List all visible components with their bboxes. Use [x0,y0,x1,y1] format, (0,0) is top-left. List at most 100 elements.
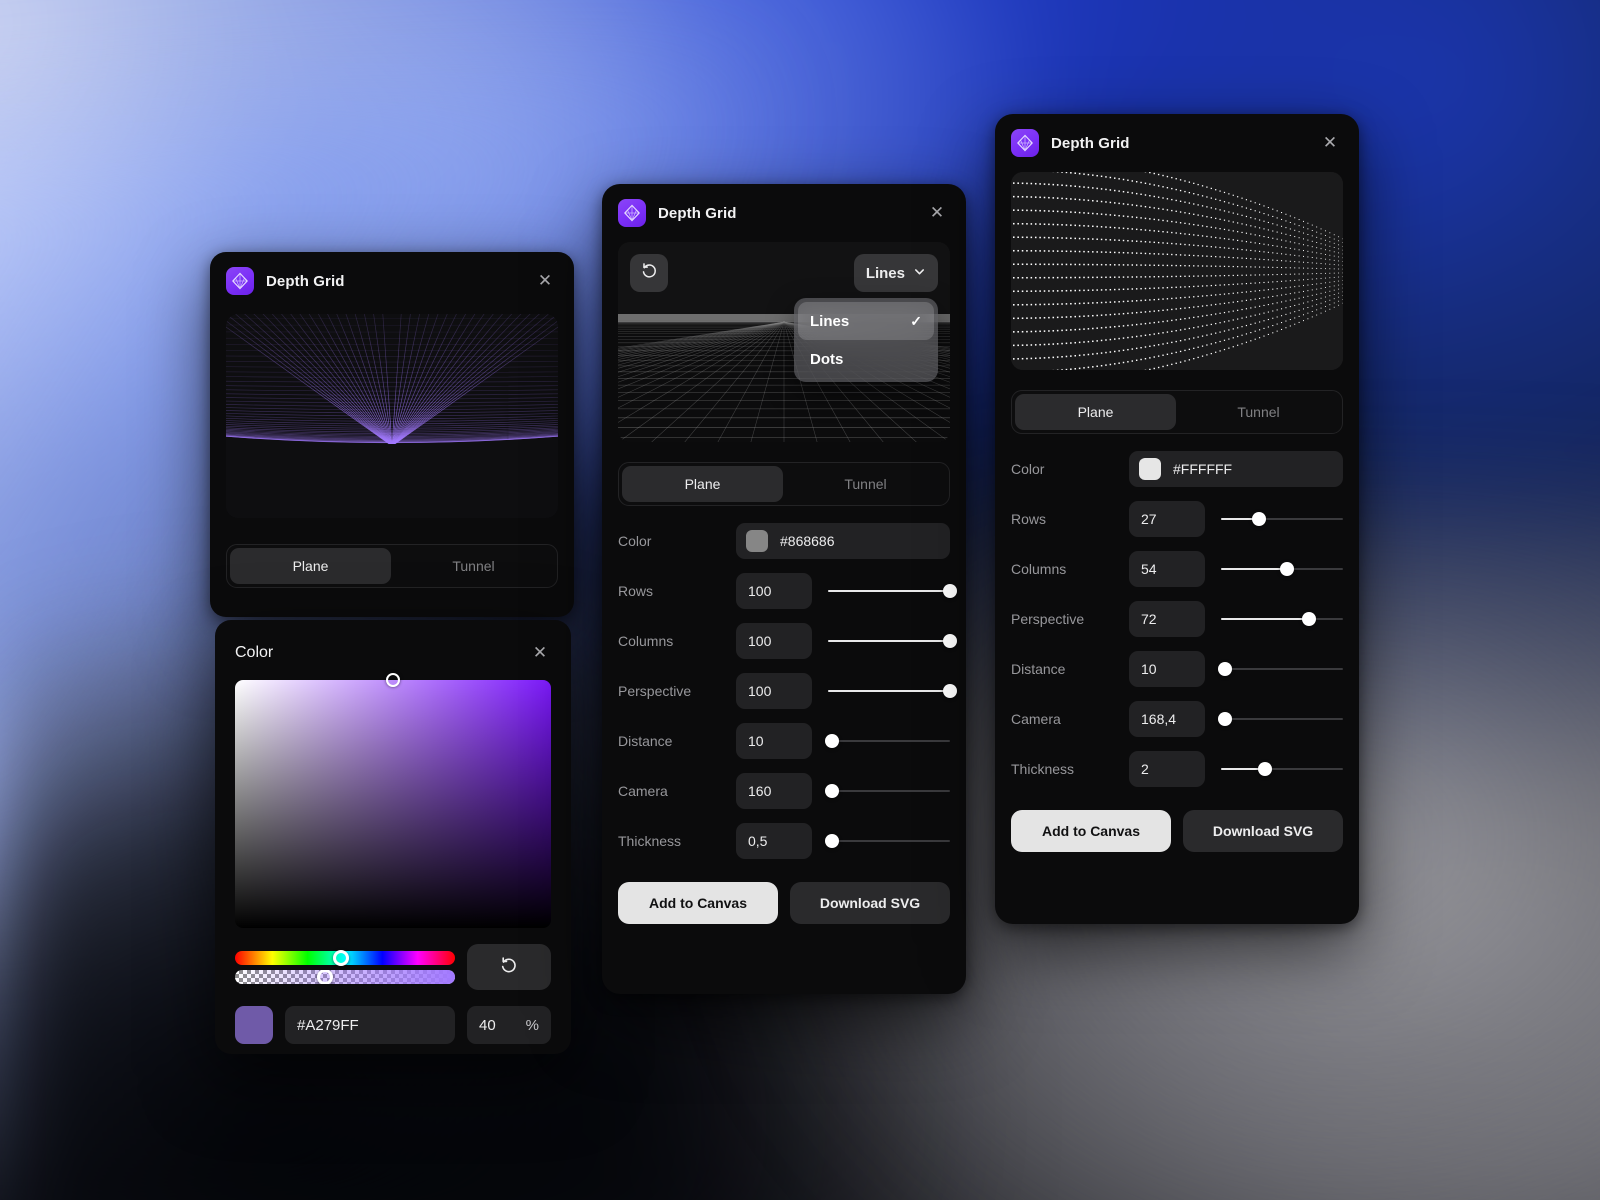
slider-fill [828,690,950,692]
slider-knob[interactable] [1251,512,1266,526]
tab-tunnel[interactable]: Tunnel [1178,394,1339,430]
download-svg-button[interactable]: Download SVG [1183,810,1343,852]
number-input[interactable]: 100 [736,573,812,609]
number-input[interactable]: 27 [1129,501,1205,537]
slider-knob[interactable] [1217,712,1232,726]
dropdown-item-dots[interactable]: Dots [798,340,934,378]
hex-input[interactable]: #A279FF [285,1006,455,1044]
control-label: Thickness [618,833,682,849]
alpha-knob[interactable] [317,969,334,984]
radial-lines-svg [226,314,558,518]
control-label: Perspective [1011,611,1085,627]
panel-title: Depth Grid [266,272,345,290]
tab-plane[interactable]: Plane [1015,394,1176,430]
slider[interactable] [828,682,957,700]
slider-knob[interactable] [824,784,839,798]
control-label: Rows [618,583,654,599]
slider[interactable] [824,832,950,850]
slider[interactable] [1221,560,1343,578]
slider-fill [828,640,950,642]
control-row: Camera 168,4 [1011,694,1343,744]
tab-plane[interactable]: Plane [622,466,783,502]
number-input[interactable]: 100 [736,623,812,659]
control-label: Distance [1011,661,1066,677]
slider[interactable] [1221,510,1343,528]
color-input[interactable]: #868686 [736,523,950,559]
panel-title: Depth Grid [658,204,737,222]
slider[interactable] [1221,610,1343,628]
number-input[interactable]: 160 [736,773,812,809]
slider[interactable] [1221,760,1343,778]
tab-tunnel[interactable]: Tunnel [393,548,554,584]
control-row: Color #868686 [618,516,950,566]
control-label: Camera [618,783,668,799]
reset-color-button[interactable] [467,944,551,990]
number-input[interactable]: 72 [1129,601,1205,637]
saturation-value-area[interactable] [235,673,551,928]
color-slider-group [235,944,551,990]
color-swatch[interactable] [746,530,768,552]
alpha-slider[interactable] [235,969,455,984]
control-label: Perspective [618,683,692,699]
shape-tabs-left: Plane Tunnel [226,544,558,588]
color-hex-value: #FFFFFF [1173,461,1233,477]
preview-canvas-right[interactable] [1011,172,1343,370]
render-mode-select[interactable]: Lines [853,254,938,292]
preview-canvas-left[interactable] [226,314,558,518]
app-stage: Depth Grid ✕ Plane Tunnel Color ✕ #A279F… [0,0,1600,1200]
control-row: Columns 100 [618,616,957,666]
add-to-canvas-button[interactable]: Add to Canvas [618,882,778,924]
dropdown-item-lines[interactable]: Lines ✓ [798,302,934,340]
color-swatch[interactable] [1139,458,1161,480]
number-input[interactable]: 54 [1129,551,1205,587]
slider[interactable] [828,632,957,650]
control-row: Camera 160 [618,766,950,816]
slider-knob[interactable] [824,834,839,848]
number-input[interactable]: 100 [736,673,812,709]
slider-knob[interactable] [1217,662,1232,676]
tab-plane[interactable]: Plane [230,548,391,584]
color-value-row: #A279FF 40 % [235,1006,551,1044]
saturation-knob[interactable] [386,673,400,687]
slider[interactable] [1217,710,1343,728]
reset-view-button[interactable] [630,254,668,292]
slider[interactable] [824,732,950,750]
download-svg-button[interactable]: Download SVG [790,882,950,924]
preview-canvas-middle[interactable]: Lines Lines ✓ Dots [618,242,950,442]
hue-slider[interactable] [235,949,455,966]
slider-knob[interactable] [1257,762,1272,776]
close-icon[interactable]: ✕ [534,270,556,292]
number-input[interactable]: 168,4 [1129,701,1205,737]
tab-tunnel[interactable]: Tunnel [785,466,946,502]
number-input[interactable]: 10 [736,723,812,759]
control-label: Color [1011,461,1045,477]
slider-knob[interactable] [824,734,839,748]
close-icon[interactable]: ✕ [926,202,948,224]
render-mode-value: Lines [865,264,905,282]
color-input[interactable]: #FFFFFF [1129,451,1343,487]
close-icon[interactable]: ✕ [1319,132,1341,154]
slider-track [1221,668,1343,670]
slider-knob[interactable] [943,584,957,598]
slider[interactable] [828,582,957,600]
number-input[interactable]: 0,5 [736,823,812,859]
number-input[interactable]: 10 [1129,651,1205,687]
control-label: Thickness [1011,761,1075,777]
shape-tabs-middle: Plane Tunnel [618,462,950,506]
add-to-canvas-button[interactable]: Add to Canvas [1011,810,1171,852]
alpha-fill [235,969,455,984]
slider[interactable] [1217,660,1343,678]
slider-knob[interactable] [1279,562,1294,576]
control-label: Columns [618,633,674,649]
hue-knob[interactable] [332,949,349,966]
number-input[interactable]: 2 [1129,751,1205,787]
control-row: Thickness 2 [1011,744,1343,794]
opacity-input[interactable]: 40 % [467,1006,551,1044]
slider-knob[interactable] [943,634,957,648]
controls-list-middle: Color #868686 Rows 100 Columns 100 Perspective… [602,506,966,866]
close-icon[interactable]: ✕ [529,642,551,664]
slider-knob[interactable] [943,684,957,698]
slider-knob[interactable] [1301,612,1316,626]
slider[interactable] [824,782,950,800]
color-swatch[interactable] [235,1006,273,1044]
